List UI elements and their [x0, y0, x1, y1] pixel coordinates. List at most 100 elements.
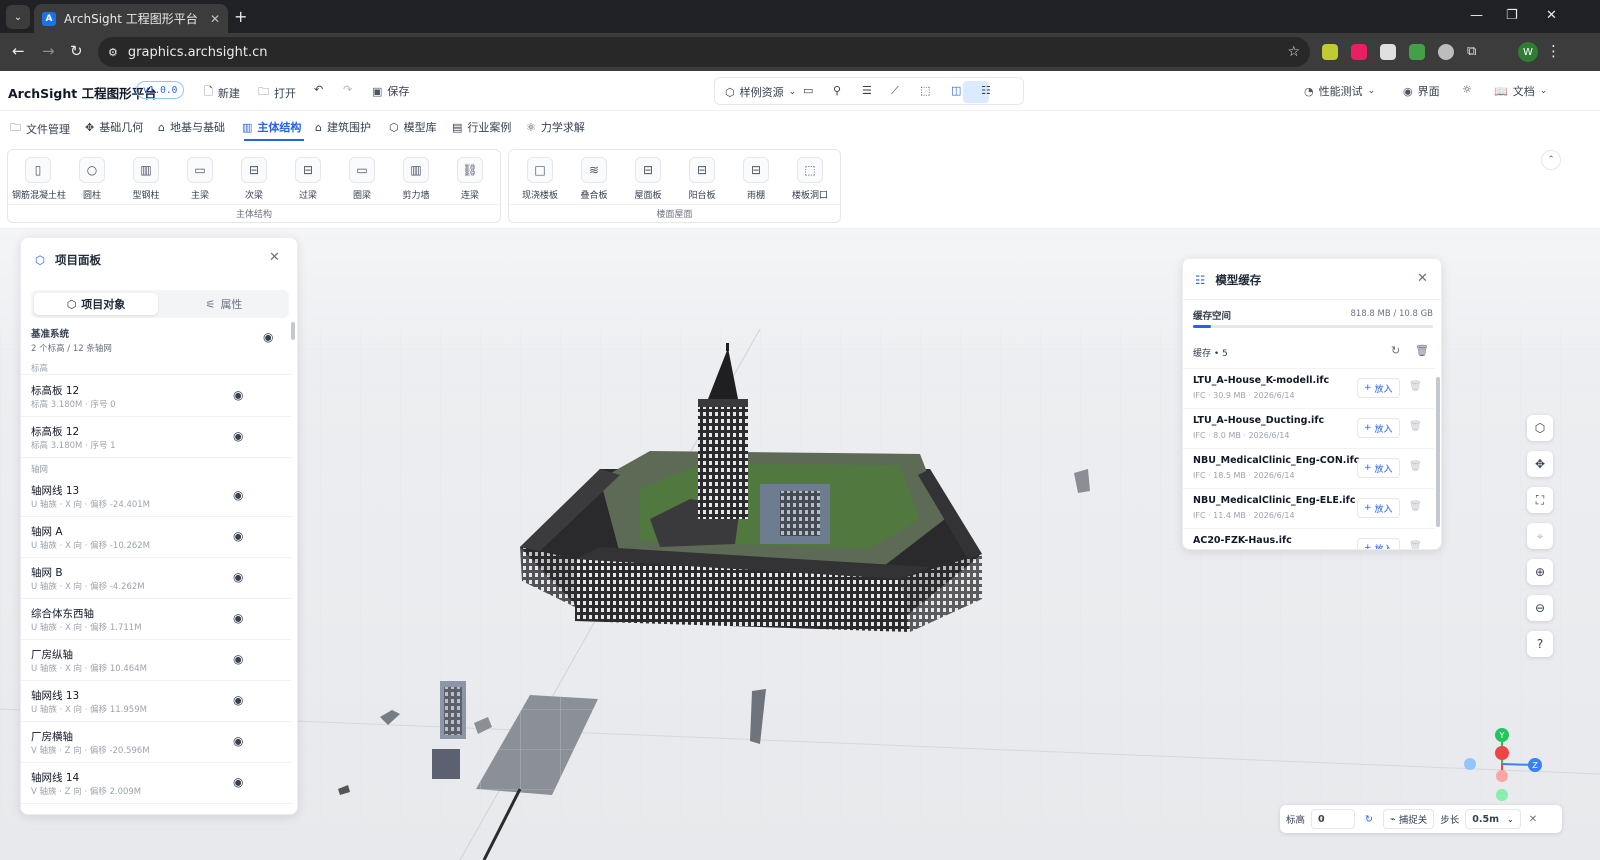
list-item[interactable]: 轴网线 13 U 轴族 · X 向 · 偏移 -24.401M ◉ — [21, 476, 291, 517]
focus-icon[interactable]: ⛶ — [1527, 487, 1553, 513]
eye-icon[interactable]: ◉ — [233, 734, 243, 748]
cache-item[interactable]: LTU_A-House_K-modell.ifc IFC · 30.9 MB · … — [1183, 368, 1435, 408]
cache-item[interactable]: AC20-FZK-Haus.ifc + 放入 🗑 — [1183, 528, 1435, 549]
tab-file-management[interactable]: 🗀 文件管理 — [10, 119, 70, 138]
zoom-in-icon[interactable]: ⊕ — [1527, 559, 1553, 585]
tab-industry-cases[interactable]: ▤ 行业案例 — [452, 119, 511, 135]
cache-list-scrollbar[interactable] — [1436, 377, 1440, 527]
minimize-icon[interactable]: — — [1470, 8, 1483, 23]
list-item[interactable]: 综合体东西轴 U 轴族 · X 向 · 偏移 1.711M ◉ — [21, 599, 291, 640]
steel-column-button[interactable]: ▥ 型钢柱 — [120, 157, 172, 201]
docs-dropdown[interactable]: 📖 文档 ⌄ — [1494, 83, 1547, 99]
tab-basic-geometry[interactable]: ✥ 基础几何 — [85, 119, 143, 135]
step-select[interactable]: 0.5m ⌄ — [1465, 809, 1521, 829]
coupling-beam-button[interactable]: ⛓ 连梁 — [444, 157, 496, 201]
tab-mechanics-solver[interactable]: ⚛ 力学求解 — [526, 119, 585, 135]
reference-system[interactable]: 基准系统 2 个标高 / 12 条轴网 — [31, 326, 112, 354]
eye-icon[interactable]: ◉ — [233, 570, 243, 584]
help-icon[interactable]: ? — [1527, 631, 1553, 657]
trash-icon[interactable]: 🗑 — [1415, 344, 1429, 357]
reset-icon[interactable]: ↻ — [1365, 814, 1373, 825]
locate-icon[interactable]: ⌖ — [1527, 523, 1553, 549]
puzzle-icon[interactable]: ⧉ — [1467, 44, 1483, 60]
window-close-icon[interactable]: ✕ — [1546, 8, 1557, 23]
tab-model-library[interactable]: ⬡ 模型库 — [389, 119, 437, 135]
view-cube-icon[interactable]: ⬡ — [1527, 415, 1553, 441]
eye-icon[interactable]: ◉ — [233, 611, 243, 625]
load-button[interactable]: + 放入 — [1357, 418, 1400, 438]
list-item[interactable]: 轴网线 14 V 轴族 · Z 向 · 偏移 2.009M ◉ — [21, 763, 291, 804]
reload-icon[interactable]: ↻ — [70, 42, 83, 60]
undo-button[interactable]: ↶ — [314, 83, 323, 96]
eye-icon[interactable]: ◉ — [233, 429, 243, 443]
shear-wall-button[interactable]: ▥ 剪力墙 — [390, 157, 442, 201]
forward-icon[interactable]: → — [42, 42, 55, 60]
profile-avatar[interactable]: W — [1518, 42, 1538, 62]
eye-icon[interactable]: ◉ — [233, 388, 243, 402]
cache-item[interactable]: LTU_A-House_Ducting.ifc IFC · 8.0 MB · 20… — [1183, 408, 1435, 448]
save-button[interactable]: ▣ 保存 — [372, 83, 409, 99]
load-button[interactable]: + 放入 — [1357, 538, 1400, 549]
tab-properties[interactable]: ⚟ 属性 — [162, 293, 286, 315]
redo-button[interactable]: ↷ — [343, 83, 352, 96]
slab-opening-button[interactable]: ⬚ 楼板洞口 — [784, 157, 836, 201]
theme-sun-icon[interactable]: ☼ — [1462, 83, 1472, 96]
extension-icon[interactable] — [1322, 44, 1338, 60]
snap-toggle[interactable]: ⌁ 捕捉关 — [1382, 809, 1435, 829]
extension-icon[interactable] — [1438, 44, 1454, 60]
eye-icon[interactable]: ◉ — [233, 775, 243, 789]
eye-icon[interactable]: ◉ — [233, 529, 243, 543]
delete-icon[interactable]: 🗑 — [1409, 421, 1422, 432]
tab-main-structure[interactable]: ▥ 主体结构 — [242, 119, 301, 135]
kebab-menu-icon[interactable]: ⋮ — [1546, 42, 1561, 60]
balcony-slab-button[interactable]: ⊟ 阳台板 — [676, 157, 728, 201]
load-button[interactable]: + 放入 — [1357, 498, 1400, 518]
composite-slab-button[interactable]: ≋ 叠合板 — [568, 157, 620, 201]
ruler-icon[interactable]: ⟋ — [891, 84, 899, 98]
zoom-out-icon[interactable]: ⊖ — [1527, 595, 1553, 621]
camera-icon[interactable]: ▭ — [803, 84, 813, 97]
cache-item[interactable]: NBU_MedicalClinic_Eng-CON.ifc IFC · 18.5 … — [1183, 448, 1435, 488]
list-item[interactable]: 轴网 AU 轴族 · X 向 · 偏移 -10.262M ◉ — [21, 517, 291, 558]
interface-button[interactable]: ◉ 界面 — [1403, 83, 1440, 99]
axis-gizmo[interactable]: Y Z — [1460, 726, 1550, 806]
site-info-icon[interactable]: ⚙ — [108, 46, 118, 59]
new-tab-icon[interactable]: + — [234, 7, 247, 26]
load-button[interactable]: + 放入 — [1357, 458, 1400, 478]
eye-icon[interactable]: ◉ — [233, 693, 243, 707]
list-item[interactable]: 标高板 12 标高 3.180M · 序号 0 ◉ — [21, 376, 291, 417]
selection-box-icon[interactable]: ⬚ — [920, 84, 930, 97]
cache-item[interactable]: NBU_MedicalClinic_Eng-ELE.ifc IFC · 11.4 … — [1183, 488, 1435, 528]
round-column-button[interactable]: ○ 圆柱 — [66, 157, 118, 201]
rc-column-button[interactable]: ▯ 钢筋混凝土柱 — [12, 157, 66, 201]
elevation-input[interactable]: 0 — [1311, 809, 1356, 829]
sample-resources-dropdown[interactable]: ⬡ 样例资源 ⌄ — [725, 84, 796, 100]
tab-building-envelope[interactable]: ⌂ 建筑围护 — [315, 119, 371, 135]
delete-icon[interactable]: 🗑 — [1409, 501, 1422, 512]
refresh-icon[interactable]: ↻ — [1391, 344, 1400, 357]
delete-icon[interactable]: 🗑 — [1409, 461, 1422, 472]
close-icon[interactable]: ✕ — [1417, 271, 1428, 286]
close-icon[interactable]: ✕ — [269, 250, 280, 265]
list-item[interactable]: 轴网 BU 轴族 · X 向 · 偏移 -4.262M ◉ — [21, 558, 291, 599]
secondary-beam-button[interactable]: ⊟ 次梁 — [228, 157, 280, 201]
delete-icon[interactable]: 🗑 — [1409, 541, 1422, 549]
load-button[interactable]: + 放入 — [1357, 378, 1400, 398]
tab-close-icon[interactable]: ✕ — [210, 12, 220, 26]
list-item[interactable]: 厂房纵轴 U 轴族 · X 向 · 偏移 10.464M ◉ — [21, 640, 291, 681]
ring-beam-button[interactable]: ▭ 圈梁 — [336, 157, 388, 201]
eye-icon[interactable]: ◉ — [263, 330, 273, 344]
tab-search-button[interactable]: ⌄ — [6, 5, 30, 29]
cast-slab-button[interactable]: □ 现浇楼板 — [514, 157, 566, 201]
perf-test-dropdown[interactable]: ◔ 性能测试 ⌄ — [1304, 83, 1375, 99]
address-bar[interactable]: ⚙ graphics.archsight.cn ☆ — [98, 37, 1310, 67]
extension-icon[interactable] — [1351, 44, 1367, 60]
new-button[interactable]: 🗋 新建 — [204, 83, 240, 102]
list-item[interactable]: 轴网线 13 U 轴族 · X 向 · 偏移 11.959M ◉ — [21, 681, 291, 722]
bookmark-star-icon[interactable]: ☆ — [1287, 44, 1300, 60]
restore-icon[interactable]: ❐ — [1506, 8, 1518, 23]
qr-extension-icon[interactable] — [1380, 44, 1396, 60]
main-beam-button[interactable]: ▭ 主梁 — [174, 157, 226, 201]
collapse-ribbon-icon[interactable]: ⌃ — [1541, 150, 1561, 170]
database-icon[interactable]: ☷ — [981, 84, 991, 97]
